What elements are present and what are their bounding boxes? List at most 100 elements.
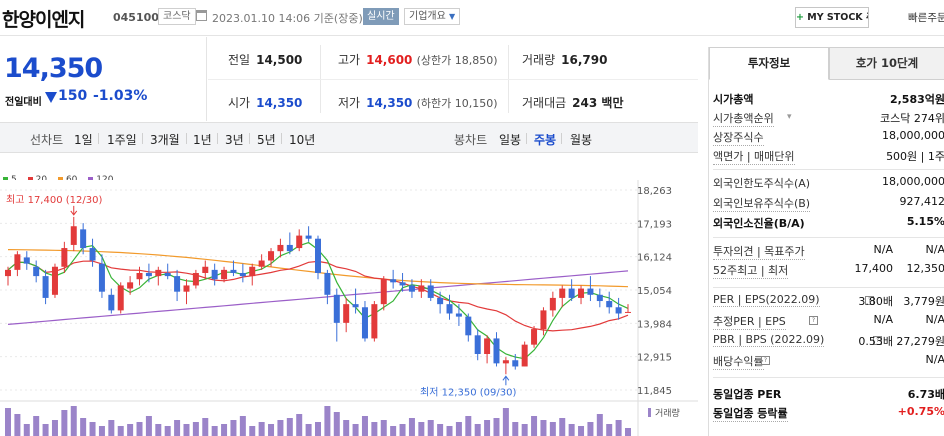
period-10y[interactable]: 10년 [289,131,315,148]
volume-bar [296,414,303,436]
candle-daily[interactable]: 일봉 [499,131,521,148]
candle-body [474,335,481,355]
candle-monthly[interactable]: 월봉 [570,131,592,148]
volume-bar [221,424,228,436]
pbr-bps-value1: 0.53배 [858,335,893,348]
candle-body [174,276,181,292]
add-mystock-button[interactable]: + MY STOCK 추가 [795,7,869,28]
candle-body [305,235,312,239]
volume-bar [352,424,359,436]
market-cap-label: 시가총액 [713,93,754,106]
candle-body [258,260,265,267]
candle-body [606,301,613,308]
volume-bar [474,424,481,436]
y-tick-label: 15,054 [637,286,672,297]
volume-legend-icon [648,408,651,417]
tab-order-book[interactable]: 호가 10단계 [829,47,944,80]
volume-bar [127,424,134,436]
divider [561,133,562,144]
tab-investment-info[interactable]: 투자정보 [709,47,829,80]
pbr-bps-label: PBR | BPS (2022.09) [713,333,825,347]
candle-body [568,288,575,298]
y-tick-label: 16,124 [637,253,672,264]
help-icon[interactable]: ? [761,356,770,365]
info-row-week52-range: 52주최고 | 최저 17,400 12,350 [713,262,944,280]
period-1d[interactable]: 1일 [74,131,93,148]
volume-bar [268,424,275,436]
volume-bar [408,418,415,436]
info-row-sector-per: 동일업종 PER 6.73배 [713,386,944,404]
calendar-icon [196,10,207,21]
face-value-label: 액면가 | 매매단위 [713,150,795,165]
volume-bar [61,410,68,436]
volume-bar [136,422,143,436]
info-row-sector-change: 동일업종 등락률 +0.75% [713,405,944,423]
listed-shares-label: 상장주식수 [713,131,764,146]
candle-body [268,251,275,261]
candle-body [70,226,77,245]
foreign-exhaustion-label: 외국인소진율(B/A) [713,217,805,230]
help-icon[interactable]: ? [809,316,818,325]
foreign-holdings-value: 927,412 [899,195,944,208]
period-1w[interactable]: 1주일 [107,131,137,148]
foreign-exhaustion-value: 5.15% [906,215,944,228]
est-per-eps-value: N/A [925,313,944,326]
candle-body [399,282,406,286]
info-row-foreign-holdings: 외국인보유주식수(B) 927,412 [713,195,944,213]
candle-body [23,257,30,264]
volume-bar [540,420,547,436]
candle-body [315,238,321,273]
volume-bar [502,408,509,436]
y-tick-label: 17,193 [637,219,672,230]
period-3y[interactable]: 3년 [225,131,244,148]
candle-body [89,248,96,261]
candle-body [127,282,134,289]
prev-close: 전일 14,500 [228,53,303,67]
volume-bar [117,426,124,436]
low-price: 저가 14,350 (하한가 10,150) [338,96,498,110]
side-tabs: 투자정보 호가 10단계 [709,47,944,80]
volume-bar [521,424,528,436]
volume-bar [145,416,152,436]
candle-body [239,272,246,277]
high-price: 고가 14,600 (상한가 18,850) [338,53,498,67]
candle-body [371,304,378,339]
volume-bar [493,418,500,436]
realtime-button[interactable]: 실시간 [363,8,399,25]
sector-change-value: +0.75% [897,405,944,418]
volume-bar [578,426,585,436]
high-annotation: 최고 17,400 (12/30) [6,194,102,206]
candle-body [427,285,434,298]
candle-body [98,263,105,292]
candle-body [230,269,237,273]
period-1y[interactable]: 1년 [193,131,212,148]
volume-bar [559,418,566,436]
period-3m[interactable]: 3개월 [150,131,180,148]
company-overview-dropdown[interactable]: 기업개요 ▼ [404,8,461,25]
candle-body [117,285,124,311]
pbr-bps-value: 27,279원 [896,335,944,348]
market-cap-value: 2,583억원 [889,93,944,106]
volume-bar [42,424,49,436]
volume-bar [615,420,622,436]
period-5y[interactable]: 5년 [257,131,276,148]
divider [713,237,944,238]
candlestick-chart[interactable]: 18,263 17,193 16,124 15,054 13,984 12,915 11,8… [0,180,698,436]
foreign-limit-value: 18,000,000 [882,175,944,188]
divider [208,79,698,80]
face-value-value: 500원 | 1주 [886,150,944,163]
market-cap-rank-label: 시가총액순위 [713,112,774,127]
divider [281,133,282,144]
candle-weekly[interactable]: 주봉 [534,131,556,148]
volume-bar [531,416,538,436]
candle-body [277,244,284,252]
divider [249,133,250,144]
volume-bar [399,424,406,436]
chevron-down-icon[interactable]: ▾ [787,112,792,122]
volume-bar [258,422,265,436]
quick-order-link[interactable]: 빠른주문 [908,10,944,25]
candle-body [42,276,49,298]
price-change: 150 [58,88,88,104]
timestamp: 2023.01.10 14:06 기준(장중) [212,12,363,25]
info-row-opinion-target: 투자의견 | 목표주가 N/A N/A [713,243,944,261]
